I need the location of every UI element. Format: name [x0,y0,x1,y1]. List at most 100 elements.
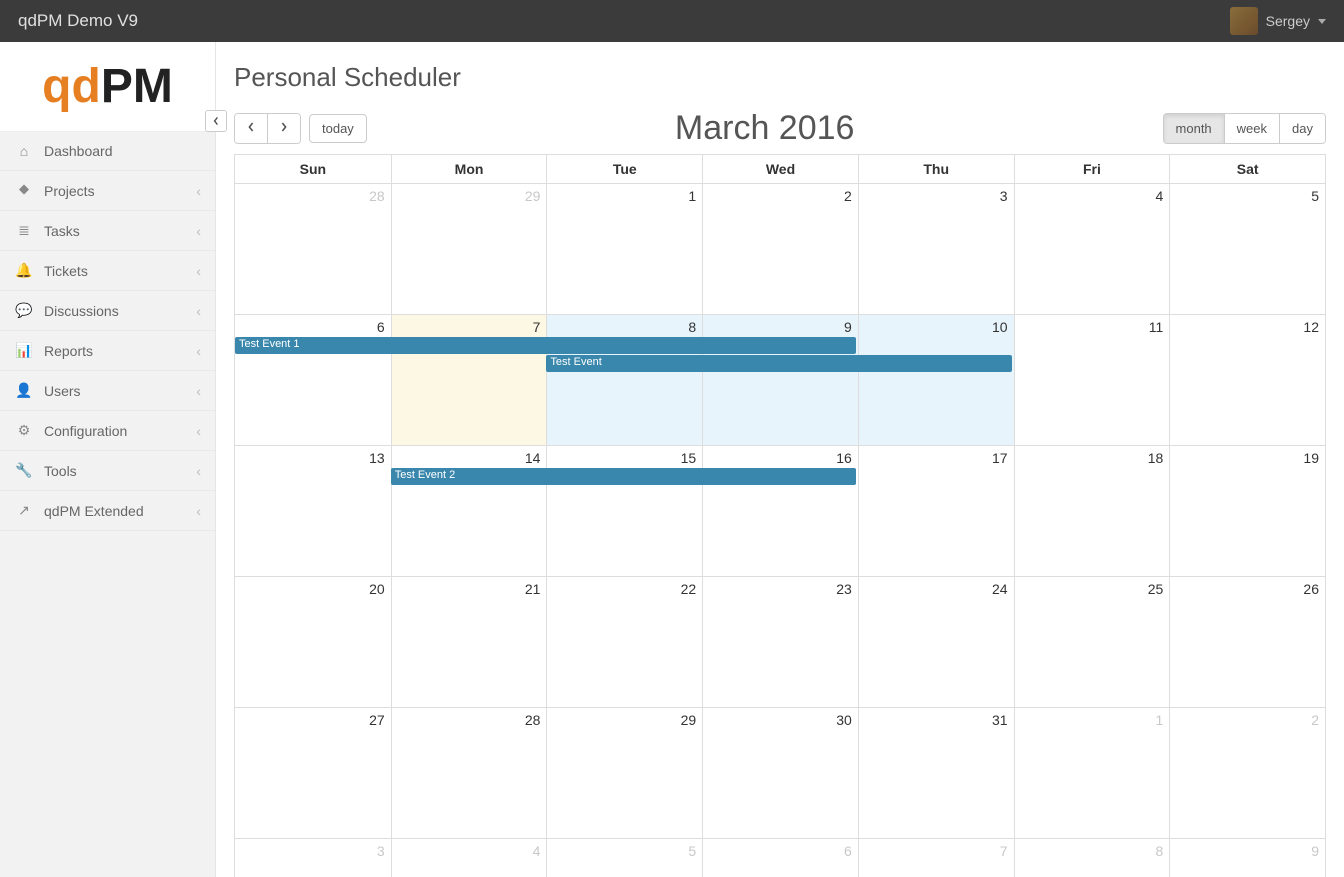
calendar-cell[interactable]: 5 [546,839,702,877]
user-icon: 👤 [14,382,34,399]
day-number: 25 [1015,581,1164,597]
calendar-cell[interactable]: 1 [546,184,702,314]
sidebar-collapse-button[interactable] [205,110,227,132]
prev-button[interactable] [235,114,267,143]
sidebar-item-tools[interactable]: 🔧Tools‹ [0,451,215,491]
sidebar-item-tickets[interactable]: 🔔Tickets‹ [0,251,215,291]
calendar-cell[interactable]: 28 [391,708,547,838]
calendar-cell[interactable]: 31 [858,708,1014,838]
calendar-cell[interactable]: 7 [391,315,547,445]
sidebar-item-projects[interactable]: ⯁Projects‹ [0,171,215,211]
day-header: Sat [1169,155,1325,183]
day-number: 11 [1015,319,1164,335]
calendar-cell[interactable]: 21 [391,577,547,707]
calendar-cell[interactable]: 13 [235,446,391,576]
calendar-week: 1314 1516 1718 19 Test Event 2 [235,445,1325,576]
day-number: 6 [703,843,852,859]
calendar-cell[interactable]: 19 [1169,446,1325,576]
calendar-cell[interactable]: 3 [858,184,1014,314]
day-number: 16 [703,450,852,466]
calendar-cell[interactable]: 6 [235,315,391,445]
comments-icon: 💬 [14,302,34,319]
day-number: 3 [235,843,385,859]
day-number: 2 [703,188,852,204]
chevron-left-icon: ‹ [196,263,201,279]
calendar-cell[interactable]: 8 [1014,839,1170,877]
next-button[interactable] [267,114,300,143]
calendar-cell[interactable]: 30 [702,708,858,838]
calendar-cell[interactable]: 23 [702,577,858,707]
calendar-event[interactable]: Test Event 1 [235,337,856,354]
day-number: 6 [235,319,385,335]
calendar-cell[interactable]: 24 [858,577,1014,707]
gear-icon: ⚙ [14,422,34,439]
day-number: 29 [547,712,696,728]
sidebar-item-label: Dashboard [44,143,201,159]
calendar-cell[interactable]: 7 [858,839,1014,877]
view-month-button[interactable]: month [1164,114,1224,143]
calendar-cell[interactable]: 10 [858,315,1014,445]
day-header: Mon [391,155,547,183]
sidebar-item-users[interactable]: 👤Users‹ [0,371,215,411]
user-menu[interactable]: Sergey [1230,7,1326,35]
chevron-left-icon: ‹ [196,383,201,399]
day-number: 5 [547,843,696,859]
day-number: 4 [1015,188,1164,204]
calendar-cell[interactable]: 29 [546,708,702,838]
sidebar-item-tasks[interactable]: ≣Tasks‹ [0,211,215,251]
calendar-cell[interactable]: 5 [1169,184,1325,314]
calendar-cell[interactable]: 22 [546,577,702,707]
day-number: 14 [392,450,541,466]
calendar-cell[interactable]: 20 [235,577,391,707]
calendar-week: 28 2912345 [235,183,1325,314]
calendar-cell[interactable]: 26 [1169,577,1325,707]
day-number: 5 [1170,188,1319,204]
view-day-button[interactable]: day [1279,114,1325,143]
calendar-cell[interactable]: 2 [1169,708,1325,838]
calendar-cell[interactable]: 2 [702,184,858,314]
day-number: 28 [235,188,385,204]
today-button[interactable]: today [309,114,367,143]
calendar-cell[interactable]: 17 [858,446,1014,576]
day-header: Wed [702,155,858,183]
calendar-cell[interactable]: 1 [1014,708,1170,838]
day-number: 12 [1170,319,1319,335]
calendar-cell[interactable]: 12 [1169,315,1325,445]
calendar-event[interactable]: Test Event [546,355,1011,372]
sidebar-item-discussions[interactable]: 💬Discussions‹ [0,291,215,331]
day-number: 3 [859,188,1008,204]
sidebar-item-dashboard[interactable]: ⌂Dashboard [0,132,215,171]
chevron-left-icon [211,116,221,126]
sidebar-item-configuration[interactable]: ⚙Configuration‹ [0,411,215,451]
sidebar-item-qdpm-extended[interactable]: ↗qdPM Extended‹ [0,491,215,531]
calendar-cell[interactable]: 14 [391,446,547,576]
calendar-cell[interactable]: 25 [1014,577,1170,707]
calendar-cell[interactable]: 27 [235,708,391,838]
sidebar-item-reports[interactable]: 📊Reports‹ [0,331,215,371]
calendar-cell[interactable]: 28 [235,184,391,314]
wrench-icon: 🔧 [14,462,34,479]
day-header: Fri [1014,155,1170,183]
calendar-cell[interactable]: 18 [1014,446,1170,576]
calendar-week: 3456789 [235,838,1325,877]
view-week-button[interactable]: week [1224,114,1279,143]
calendar-toolbar: today March 2016 month week day [234,109,1326,148]
calendar-cell[interactable]: 9 [702,315,858,445]
calendar-cell[interactable]: 6 [702,839,858,877]
day-number: 8 [547,319,696,335]
calendar-cell[interactable]: 4 [1014,184,1170,314]
logo[interactable]: qdPM [0,42,215,132]
link-icon: ↗ [14,502,34,519]
calendar-cell[interactable]: 8 [546,315,702,445]
calendar-cell[interactable]: 9 [1169,839,1325,877]
day-number: 18 [1015,450,1164,466]
calendar-cell[interactable]: 4 [391,839,547,877]
calendar-event[interactable]: Test Event 2 [391,468,856,485]
calendar-day-headers: SunMonTueWedThuFriSat [235,155,1325,183]
calendar-cell[interactable]: 15 [546,446,702,576]
calendar-cell[interactable]: 16 [702,446,858,576]
sidebar: qdPM ⌂Dashboard⯁Projects‹≣Tasks‹🔔Tickets… [0,42,216,877]
calendar-cell[interactable]: 11 [1014,315,1170,445]
calendar-cell[interactable]: 3 [235,839,391,877]
calendar-cell[interactable]: 29 [391,184,547,314]
